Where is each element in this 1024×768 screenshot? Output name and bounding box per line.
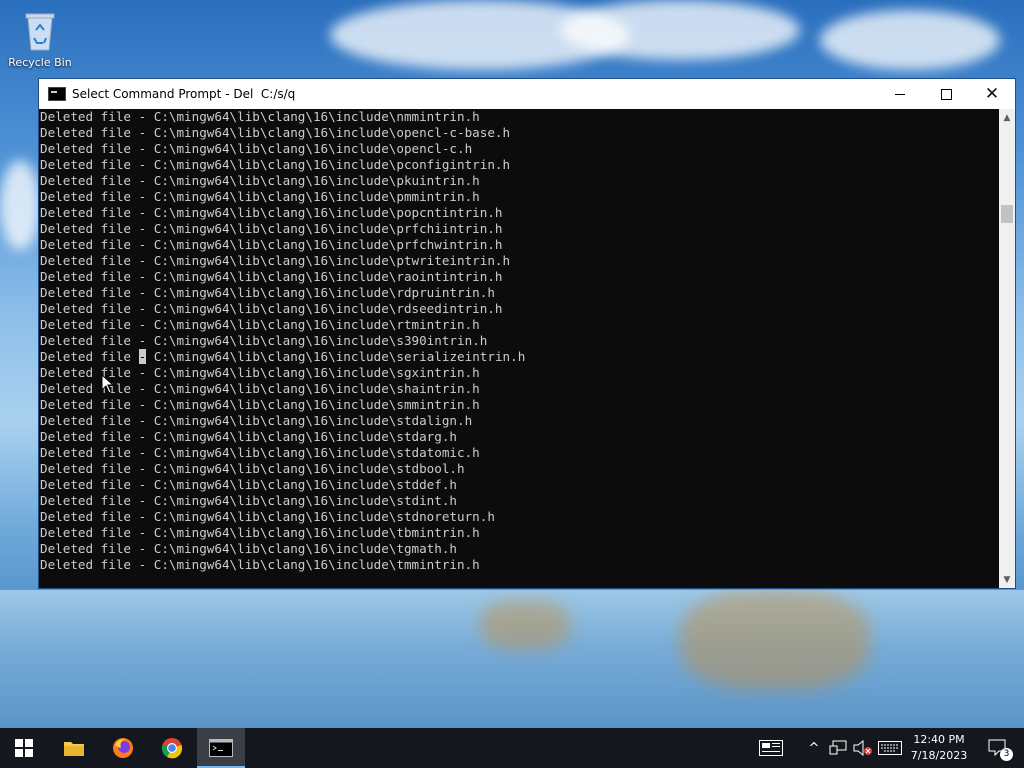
windows-logo-icon [15,739,33,757]
console-line: Deleted file - C:\mingw64\lib\clang\16\i… [40,109,480,124]
console-line: Deleted file - C:\mingw64\lib\clang\16\i… [40,141,473,156]
volume-muted-icon [853,740,872,756]
console-line: Deleted file - C:\mingw64\lib\clang\16\i… [40,189,480,204]
keyboard-icon [878,741,902,755]
chevron-up-icon: ^ [808,740,820,756]
close-button[interactable]: ✕ [969,79,1015,109]
news-button[interactable] [756,728,786,768]
scroll-up-icon[interactable]: ▲ [999,109,1015,126]
console-line: Deleted file - C:\mingw64\lib\clang\16\i… [40,157,511,172]
console-line: Deleted file - C:\mingw64\lib\clang\16\i… [40,301,503,316]
console-line: Deleted file - C:\mingw64\lib\clang\16\i… [40,477,458,492]
console-line: Deleted file - C:\mingw64\lib\clang\16\i… [40,173,480,188]
console-line: Deleted file - C:\mingw64\lib\clang\16\i… [40,429,458,444]
console-line: Deleted file - C:\mingw64\lib\clang\16\i… [40,509,495,524]
keyboard-button[interactable] [877,728,903,768]
console-line: Deleted file - C:\mingw64\lib\clang\16\i… [40,349,526,364]
console-line: Deleted file - C:\mingw64\lib\clang\16\i… [40,285,495,300]
folder-icon [64,742,84,756]
chrome-icon [161,738,183,759]
minimize-button[interactable] [877,79,923,109]
volume-button[interactable] [852,728,874,768]
taskbar-clock[interactable]: 12:40 PM 7/18/2023 [902,732,976,764]
file-explorer-button[interactable] [50,728,98,768]
notification-count-badge: 3 [1000,748,1013,761]
command-prompt-taskbar-button[interactable] [197,728,245,768]
clock-time: 12:40 PM [913,733,965,746]
firefox-button[interactable] [99,728,147,768]
maximize-icon [940,88,952,100]
console-line: Deleted file - C:\mingw64\lib\clang\16\i… [40,445,480,460]
console-line: Deleted file - C:\mingw64\lib\clang\16\i… [40,221,503,236]
console-line: Deleted file - C:\mingw64\lib\clang\16\i… [40,317,480,332]
recycle-bin-icon [20,8,60,52]
console-line: Deleted file - C:\mingw64\lib\clang\16\i… [40,125,511,140]
command-prompt-icon [48,87,66,101]
chrome-button[interactable] [148,728,196,768]
scroll-down-icon[interactable]: ▼ [999,571,1015,588]
command-prompt-icon [209,739,233,757]
console-line: Deleted file - C:\mingw64\lib\clang\16\i… [40,253,511,268]
window-titlebar[interactable]: Select Command Prompt - Del C:/s/q ✕ [39,79,1015,109]
console-line: Deleted file - C:\mingw64\lib\clang\16\i… [40,413,473,428]
window-title: Select Command Prompt - Del C:/s/q [72,87,296,101]
console-output[interactable]: Deleted file - C:\mingw64\lib\clang\16\i… [39,109,1000,588]
clock-date: 7/18/2023 [910,749,968,762]
network-icon [829,740,847,755]
console-line: Deleted file - C:\mingw64\lib\clang\16\i… [40,461,465,476]
show-hidden-icons-button[interactable]: ^ [805,728,823,768]
console-line: Deleted file - C:\mingw64\lib\clang\16\i… [40,205,503,220]
vertical-scrollbar[interactable]: ▲ ▼ [999,109,1015,588]
firefox-icon [113,738,133,758]
start-button[interactable] [0,728,48,768]
console-line: Deleted file - C:\mingw64\lib\clang\16\i… [40,381,480,396]
network-button[interactable] [828,728,848,768]
command-prompt-window[interactable]: Select Command Prompt - Del C:/s/q ✕ Del… [38,78,1016,589]
console-line: Deleted file - C:\mingw64\lib\clang\16\i… [40,557,480,572]
console-line: Deleted file - C:\mingw64\lib\clang\16\i… [40,237,503,252]
maximize-button[interactable] [923,79,969,109]
minimize-icon [895,93,905,95]
console-line: Deleted file - C:\mingw64\lib\clang\16\i… [40,365,480,380]
close-icon: ✕ [984,83,1000,104]
console-line: Deleted file - C:\mingw64\lib\clang\16\i… [40,269,503,284]
scroll-thumb[interactable] [1001,205,1013,223]
desktop-icon-recycle-bin[interactable]: Recycle Bin [8,8,72,69]
console-line: Deleted file - C:\mingw64\lib\clang\16\i… [40,333,488,348]
console-line: Deleted file - C:\mingw64\lib\clang\16\i… [40,541,458,556]
console-line: Deleted file - C:\mingw64\lib\clang\16\i… [40,397,480,412]
taskbar: ^ 12:40 PM 7/18/2023 3 [0,728,1024,768]
console-line: Deleted file - C:\mingw64\lib\clang\16\i… [40,525,480,540]
action-center-button[interactable]: 3 [980,728,1016,768]
recycle-bin-label: Recycle Bin [8,56,72,69]
news-icon [759,740,783,756]
console-line: Deleted file - C:\mingw64\lib\clang\16\i… [40,493,458,508]
